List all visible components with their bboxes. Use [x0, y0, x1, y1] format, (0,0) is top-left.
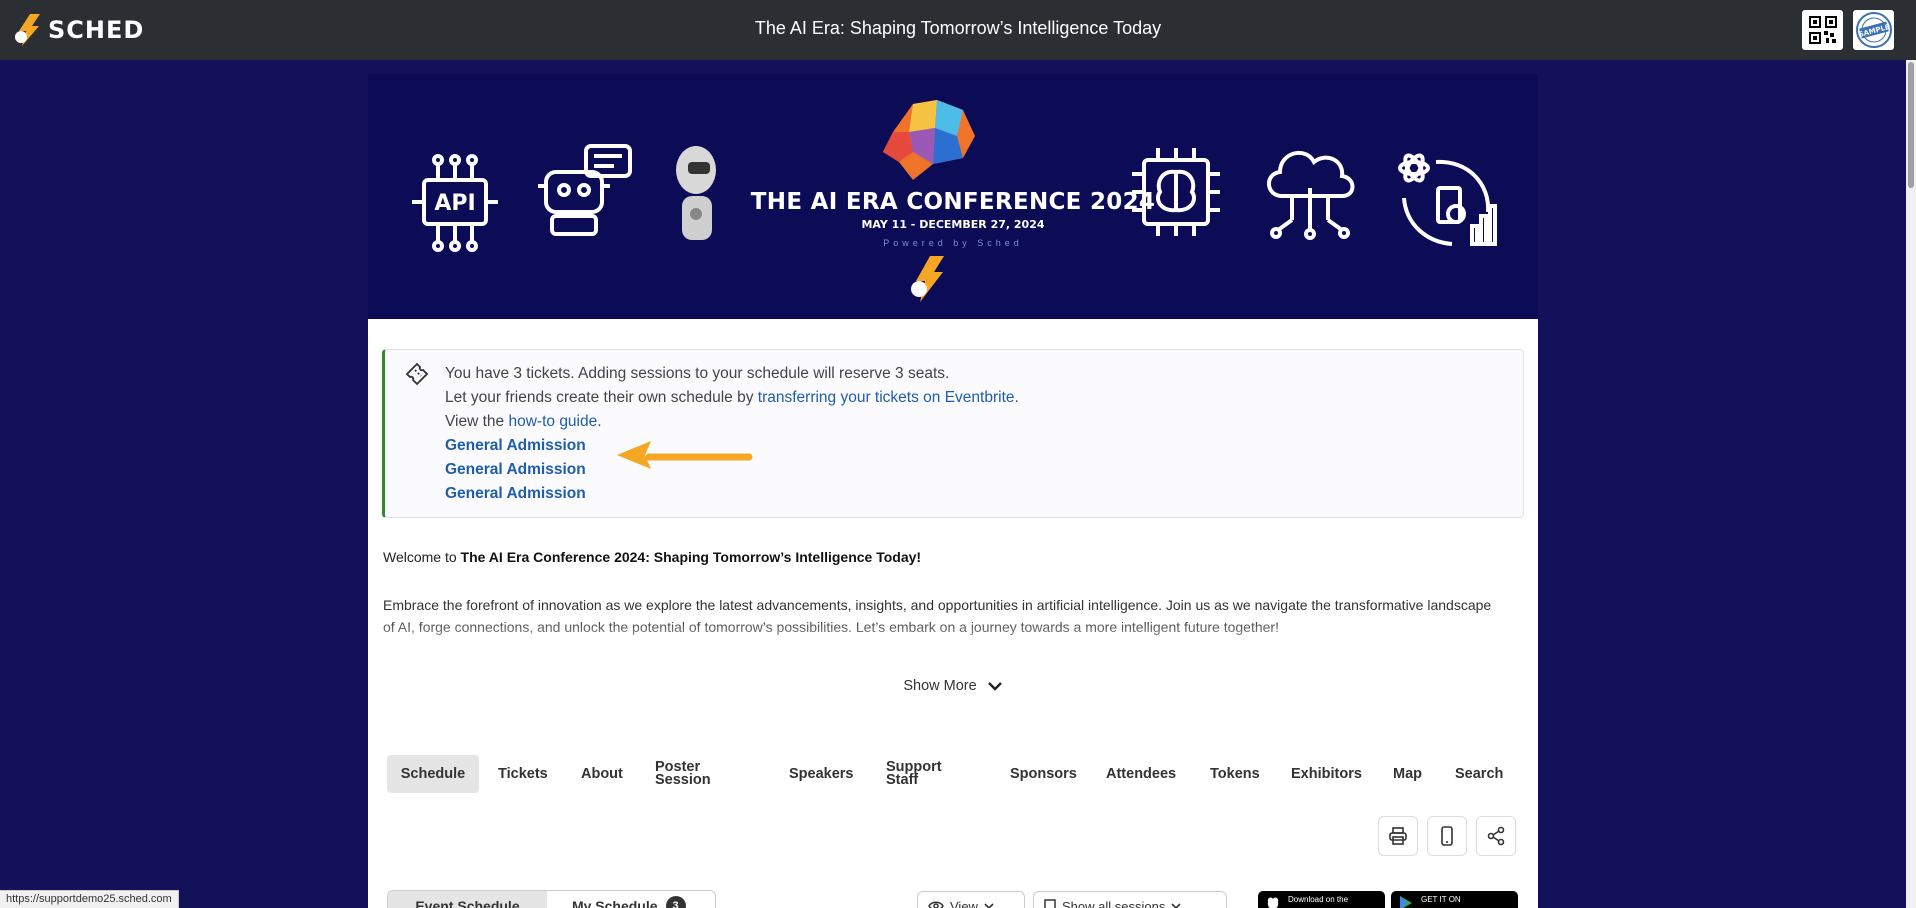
top-bar: SCHED The AI Era: Shaping Tomorrow’s Int… — [0, 0, 1916, 60]
tab-exhibitors[interactable]: Exhibitors — [1291, 755, 1362, 793]
share-icon — [1487, 826, 1505, 846]
chevron-down-icon — [984, 903, 994, 908]
sched-bolt-logo-icon — [911, 256, 944, 302]
event-schedule-button[interactable]: Event Schedule — [388, 891, 547, 908]
tab-tokens[interactable]: Tokens — [1210, 755, 1260, 793]
tab-support-staff[interactable]: Support Staff — [886, 755, 950, 793]
tickets-text: You have 3 tickets. Adding sessions to y… — [445, 362, 1019, 506]
schedule-toggle: Event Schedule My Schedule 3 — [387, 890, 716, 908]
show-more-label: Show More — [903, 678, 977, 694]
transfer-text: Let your friends create their own schedu… — [445, 389, 1019, 406]
print-button[interactable] — [1378, 816, 1418, 856]
user-avatar[interactable]: SAMPLE — [1853, 10, 1894, 50]
apple-icon — [1267, 897, 1279, 908]
description-fade — [368, 619, 1538, 659]
tab-schedule[interactable]: Schedule — [387, 755, 479, 793]
guide-text: View the how-to guide. — [445, 413, 602, 430]
banner-dates: MAY 11 - DECEMBER 27, 2024 — [861, 218, 1045, 231]
tab-speakers[interactable]: Speakers — [789, 755, 854, 793]
main-content: You have 3 tickets. Adding sessions to y… — [368, 319, 1538, 908]
my-schedule-count-badge: 3 — [665, 896, 686, 908]
banner-powered-by: Powered by Sched — [883, 238, 1023, 248]
view-dropdown[interactable]: View — [917, 891, 1025, 908]
printer-icon — [1389, 827, 1407, 845]
how-to-guide-link[interactable]: how-to guide — [508, 413, 597, 430]
welcome-text: Welcome to The AI Era Conference 2024: S… — [383, 549, 922, 565]
scrollbar-thumb[interactable] — [1908, 62, 1914, 188]
tab-search[interactable]: Search — [1455, 755, 1503, 793]
tab-sponsors[interactable]: Sponsors — [1010, 755, 1077, 793]
qr-code-button[interactable] — [1802, 10, 1843, 50]
chip-brain-icon — [1132, 148, 1220, 236]
share-button[interactable] — [1476, 816, 1516, 856]
chevron-down-icon — [987, 682, 1002, 691]
status-bar-url: https://supportdemo25.sched.com — [0, 890, 179, 908]
show-more-button[interactable]: Show More — [368, 678, 1538, 694]
sessions-filter-dropdown[interactable]: Show all sessions — [1033, 891, 1227, 908]
eye-icon — [928, 901, 944, 908]
tab-about[interactable]: About — [581, 755, 623, 793]
tab-poster-session[interactable]: Poster Session — [655, 755, 725, 793]
app-store-badge[interactable]: Download on the — [1258, 891, 1385, 908]
transfer-tickets-link[interactable]: transferring your tickets on Eventbrite — [758, 389, 1015, 406]
data-science-icon — [1398, 153, 1497, 246]
document-icon — [1044, 899, 1056, 908]
sample-stamp-icon: SAMPLE — [1855, 12, 1892, 48]
ticket-icon — [405, 362, 429, 386]
event-title: The AI Era: Shaping Tomorrow’s Intellige… — [754, 18, 1162, 38]
qr-code-icon — [1808, 16, 1837, 44]
my-schedule-button[interactable]: My Schedule 3 — [547, 891, 715, 908]
ticket-link-3[interactable]: General Admission — [445, 482, 1019, 506]
welcome-event-name: The AI Era Conference 2024: Shaping Tomo… — [460, 549, 922, 565]
tickets-count-text: You have 3 tickets. Adding sessions to y… — [445, 365, 950, 382]
banner-title: THE AI ERA CONFERENCE 2024 — [750, 189, 1156, 215]
tab-tickets[interactable]: Tickets — [498, 755, 548, 793]
tab-map[interactable]: Map — [1393, 755, 1422, 793]
chevron-down-icon — [1171, 903, 1181, 908]
tickets-notice: You have 3 tickets. Adding sessions to y… — [382, 349, 1524, 518]
google-play-badge[interactable]: GET IT ON — [1391, 891, 1518, 908]
tab-attendees[interactable]: Attendees — [1106, 755, 1176, 793]
mobile-app-button[interactable] — [1427, 816, 1467, 856]
brain-icon — [883, 100, 975, 180]
mobile-phone-icon — [1441, 826, 1453, 846]
event-banner: API THE AI ERA CONFERENCE 2024 MAY 11 - … — [368, 74, 1538, 319]
annotation-arrow-icon — [617, 441, 753, 469]
google-play-icon — [1400, 896, 1412, 908]
cloud-circuit-icon — [1267, 151, 1355, 240]
